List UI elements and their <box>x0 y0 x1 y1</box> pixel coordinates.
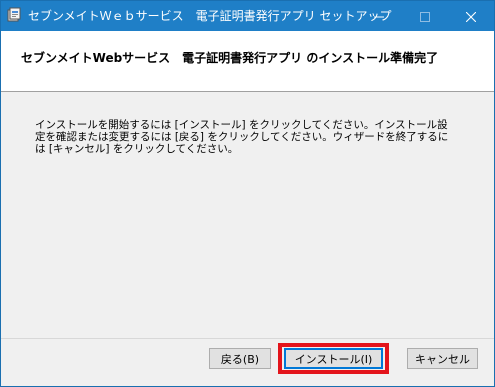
back-button[interactable]: 戻る(B) <box>209 348 271 369</box>
title-bar[interactable]: セブンメイトＷｅｂサービス 電子証明書発行アプリ セットアップ <box>1 1 494 31</box>
window-title: セブンメイトＷｅｂサービス 電子証明書発行アプリ セットアップ <box>28 9 392 23</box>
minimize-button[interactable] <box>356 1 402 31</box>
page-title: セブンメイトWebサービス 電子証明書発行アプリ のインストール準備完了 <box>21 51 439 65</box>
wizard-content: インストールを開始するには [インストール] をクリックしてください。インストー… <box>1 92 494 337</box>
maximize-icon <box>420 7 430 26</box>
maximize-button <box>402 1 448 31</box>
cancel-button[interactable]: キャンセル <box>407 348 478 369</box>
instruction-text: インストールを開始するには [インストール] をクリックしてください。インストー… <box>35 119 449 155</box>
close-icon <box>465 7 477 26</box>
installer-app-icon <box>6 7 22 23</box>
setup-window: セブンメイトＷｅｂサービス 電子証明書発行アプリ セットアップ セブンメイトWe… <box>0 0 495 387</box>
minimize-icon <box>374 7 384 26</box>
close-button[interactable] <box>448 1 494 31</box>
install-highlight-box <box>278 343 389 374</box>
wizard-header: セブンメイトWebサービス 電子証明書発行アプリ のインストール準備完了 <box>1 31 494 92</box>
